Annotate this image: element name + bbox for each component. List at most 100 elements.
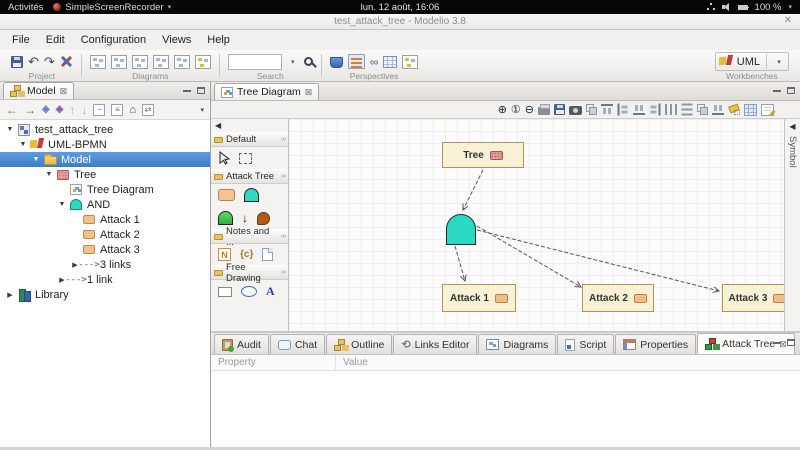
dependency-arrow-tree-to-and[interactable] [463,169,484,210]
tab-properties[interactable]: Properties [615,334,697,354]
tree-item-attack-2[interactable]: Attack 2 [0,227,210,242]
package-diagram-button[interactable] [110,54,127,69]
expander-icon[interactable]: ▼ [43,171,55,178]
tree-item-project[interactable]: ▼ test_attack_tree [0,122,210,137]
symbol-panel-collapsed[interactable]: ◀ Symbol [784,119,800,331]
tab-script[interactable]: Script [557,334,615,354]
tab-diagrams[interactable]: Diagrams [478,334,557,354]
usecase-diagram-button[interactable] [131,54,148,69]
marquee-tool-icon[interactable] [239,152,252,164]
move-up-icon[interactable]: ↑ [69,104,75,116]
expand-panel-icon[interactable]: ◀ [789,122,795,131]
tree-item-library[interactable]: ▶ Library [0,287,210,302]
tree-item-tree-diagram[interactable]: Tree Diagram [0,182,210,197]
expander-icon[interactable]: ▼ [4,126,16,133]
expander-icon[interactable]: ▼ [30,156,42,163]
minimize-icon[interactable] [773,341,781,344]
fit-height-icon[interactable] [712,104,724,115]
palette-section-notes[interactable]: Notes and ... ∞ [211,226,288,248]
tree-item-1-link[interactable]: ▶ ---> 1 link [0,272,210,287]
next-selection-icon[interactable]: ◈ [56,104,64,116]
menu-views[interactable]: Views [154,32,199,48]
activities-button[interactable]: Activités [8,2,43,13]
perspective-model-button[interactable] [347,54,365,69]
minimize-icon[interactable] [183,89,191,92]
and-gate-tool-icon[interactable] [244,188,259,202]
tab-outline[interactable]: Outline [326,334,393,354]
dependency-arrow-and-to-attack2[interactable] [476,225,581,287]
maximize-icon[interactable] [197,87,205,94]
previous-selection-icon[interactable]: ◈ [42,104,50,116]
configure-tools-button[interactable] [60,55,73,68]
edit-properties-icon[interactable] [761,103,774,116]
zoom-100-icon[interactable]: ① [511,104,521,116]
redo-button[interactable]: ↷ [44,54,55,69]
print-icon[interactable] [538,104,550,115]
perspective-custom-button[interactable] [402,54,419,69]
save-image-icon[interactable] [554,104,565,115]
node-attack-2[interactable]: Attack 2 [582,284,654,312]
move-down-icon[interactable]: ↓ [81,104,87,116]
tree-item-and[interactable]: ▼ AND [0,197,210,212]
tree-item-uml-bpmn[interactable]: ▼ UML-BPMN [0,137,210,152]
node-tree[interactable]: Tree [442,142,524,168]
clock[interactable]: lun. 12 août, 16:06 [361,2,440,13]
zoom-selection-icon[interactable] [586,104,597,115]
app-menu[interactable]: SimpleScreenRecorder ▾ [53,2,171,13]
text-tool-icon[interactable]: A [266,284,275,299]
back-arrow-icon[interactable]: ← [6,104,18,116]
tree-item-model[interactable]: ▼ Model [0,152,210,167]
or-gate-tool-icon[interactable] [218,211,233,225]
save-button[interactable] [11,55,23,68]
dependency-arrow-and-to-attack3[interactable] [476,229,719,291]
link-with-editor-icon[interactable]: ≡ [111,103,124,116]
expander-icon[interactable]: ▼ [17,141,29,148]
window-titlebar[interactable]: test_attack_tree - Modelio 3.8 ✕ [0,14,800,30]
rectangle-tool-icon[interactable] [218,286,232,297]
forward-arrow-icon[interactable]: → [24,104,36,116]
composite-diagram-button[interactable] [152,54,169,69]
actor-diagram-button[interactable] [173,54,190,69]
distribute-vertical-icon[interactable] [681,103,693,116]
perspective-matrix-button[interactable] [383,55,398,68]
collapse-all-icon[interactable]: − [93,103,106,116]
expander-icon[interactable]: ▼ [56,201,68,208]
palette-section-free-drawing[interactable]: Free Drawing ∞ [211,262,288,284]
menu-configuration[interactable]: Configuration [73,32,154,48]
menu-file[interactable]: File [4,32,38,48]
expander-icon[interactable]: ▶ [4,291,16,299]
close-icon[interactable]: ⊠ [305,87,313,98]
align-top-icon[interactable] [601,104,613,115]
document-tool-icon[interactable] [262,248,274,261]
palette-collapse-button[interactable]: ◀ [211,119,288,132]
tab-model[interactable]: Model ⊠ [3,82,75,99]
tree-item-tree[interactable]: ▼ Tree [0,167,210,182]
tab-links-editor[interactable]: ⟲ Links Editor [393,334,478,354]
view-menu-icon[interactable]: ▾ [200,106,204,114]
node-attack-3[interactable]: Attack 3 [722,284,784,312]
align-right-icon[interactable] [650,104,661,116]
constraint-tool-icon[interactable]: {c} [240,249,253,260]
align-bottom-icon[interactable] [633,104,645,115]
zoom-out-icon[interactable]: ⊖ [525,104,534,116]
palette-section-attack-tree[interactable]: Attack Tree ∞ [211,169,288,184]
home-icon[interactable]: ⌂ [129,104,136,116]
maximize-icon[interactable] [787,87,795,94]
undo-button[interactable]: ↶ [28,54,39,69]
menu-edit[interactable]: Edit [38,32,73,48]
close-icon[interactable]: ⊠ [60,86,68,97]
column-property[interactable]: Property [211,355,336,370]
toggle-grid-icon[interactable] [744,103,757,116]
class-diagram-button[interactable] [89,54,106,69]
diagram-canvas[interactable]: Tree Attack 1 Attack 2 Attack 3 [289,119,784,331]
search-icon[interactable] [303,57,313,66]
perspective-links-button[interactable]: ∞ [370,55,379,69]
countermeasure-tool-icon[interactable] [257,211,270,225]
tab-chat[interactable]: Chat [269,334,326,354]
tree-item-attack-3[interactable]: Attack 3 [0,242,210,257]
snapshot-icon[interactable] [569,106,582,115]
node-attack-1[interactable]: Attack 1 [442,284,516,312]
link-tool-icon[interactable]: ↓ [242,212,248,224]
note-tool-icon[interactable]: N [218,248,231,261]
align-left-icon[interactable] [618,104,629,116]
